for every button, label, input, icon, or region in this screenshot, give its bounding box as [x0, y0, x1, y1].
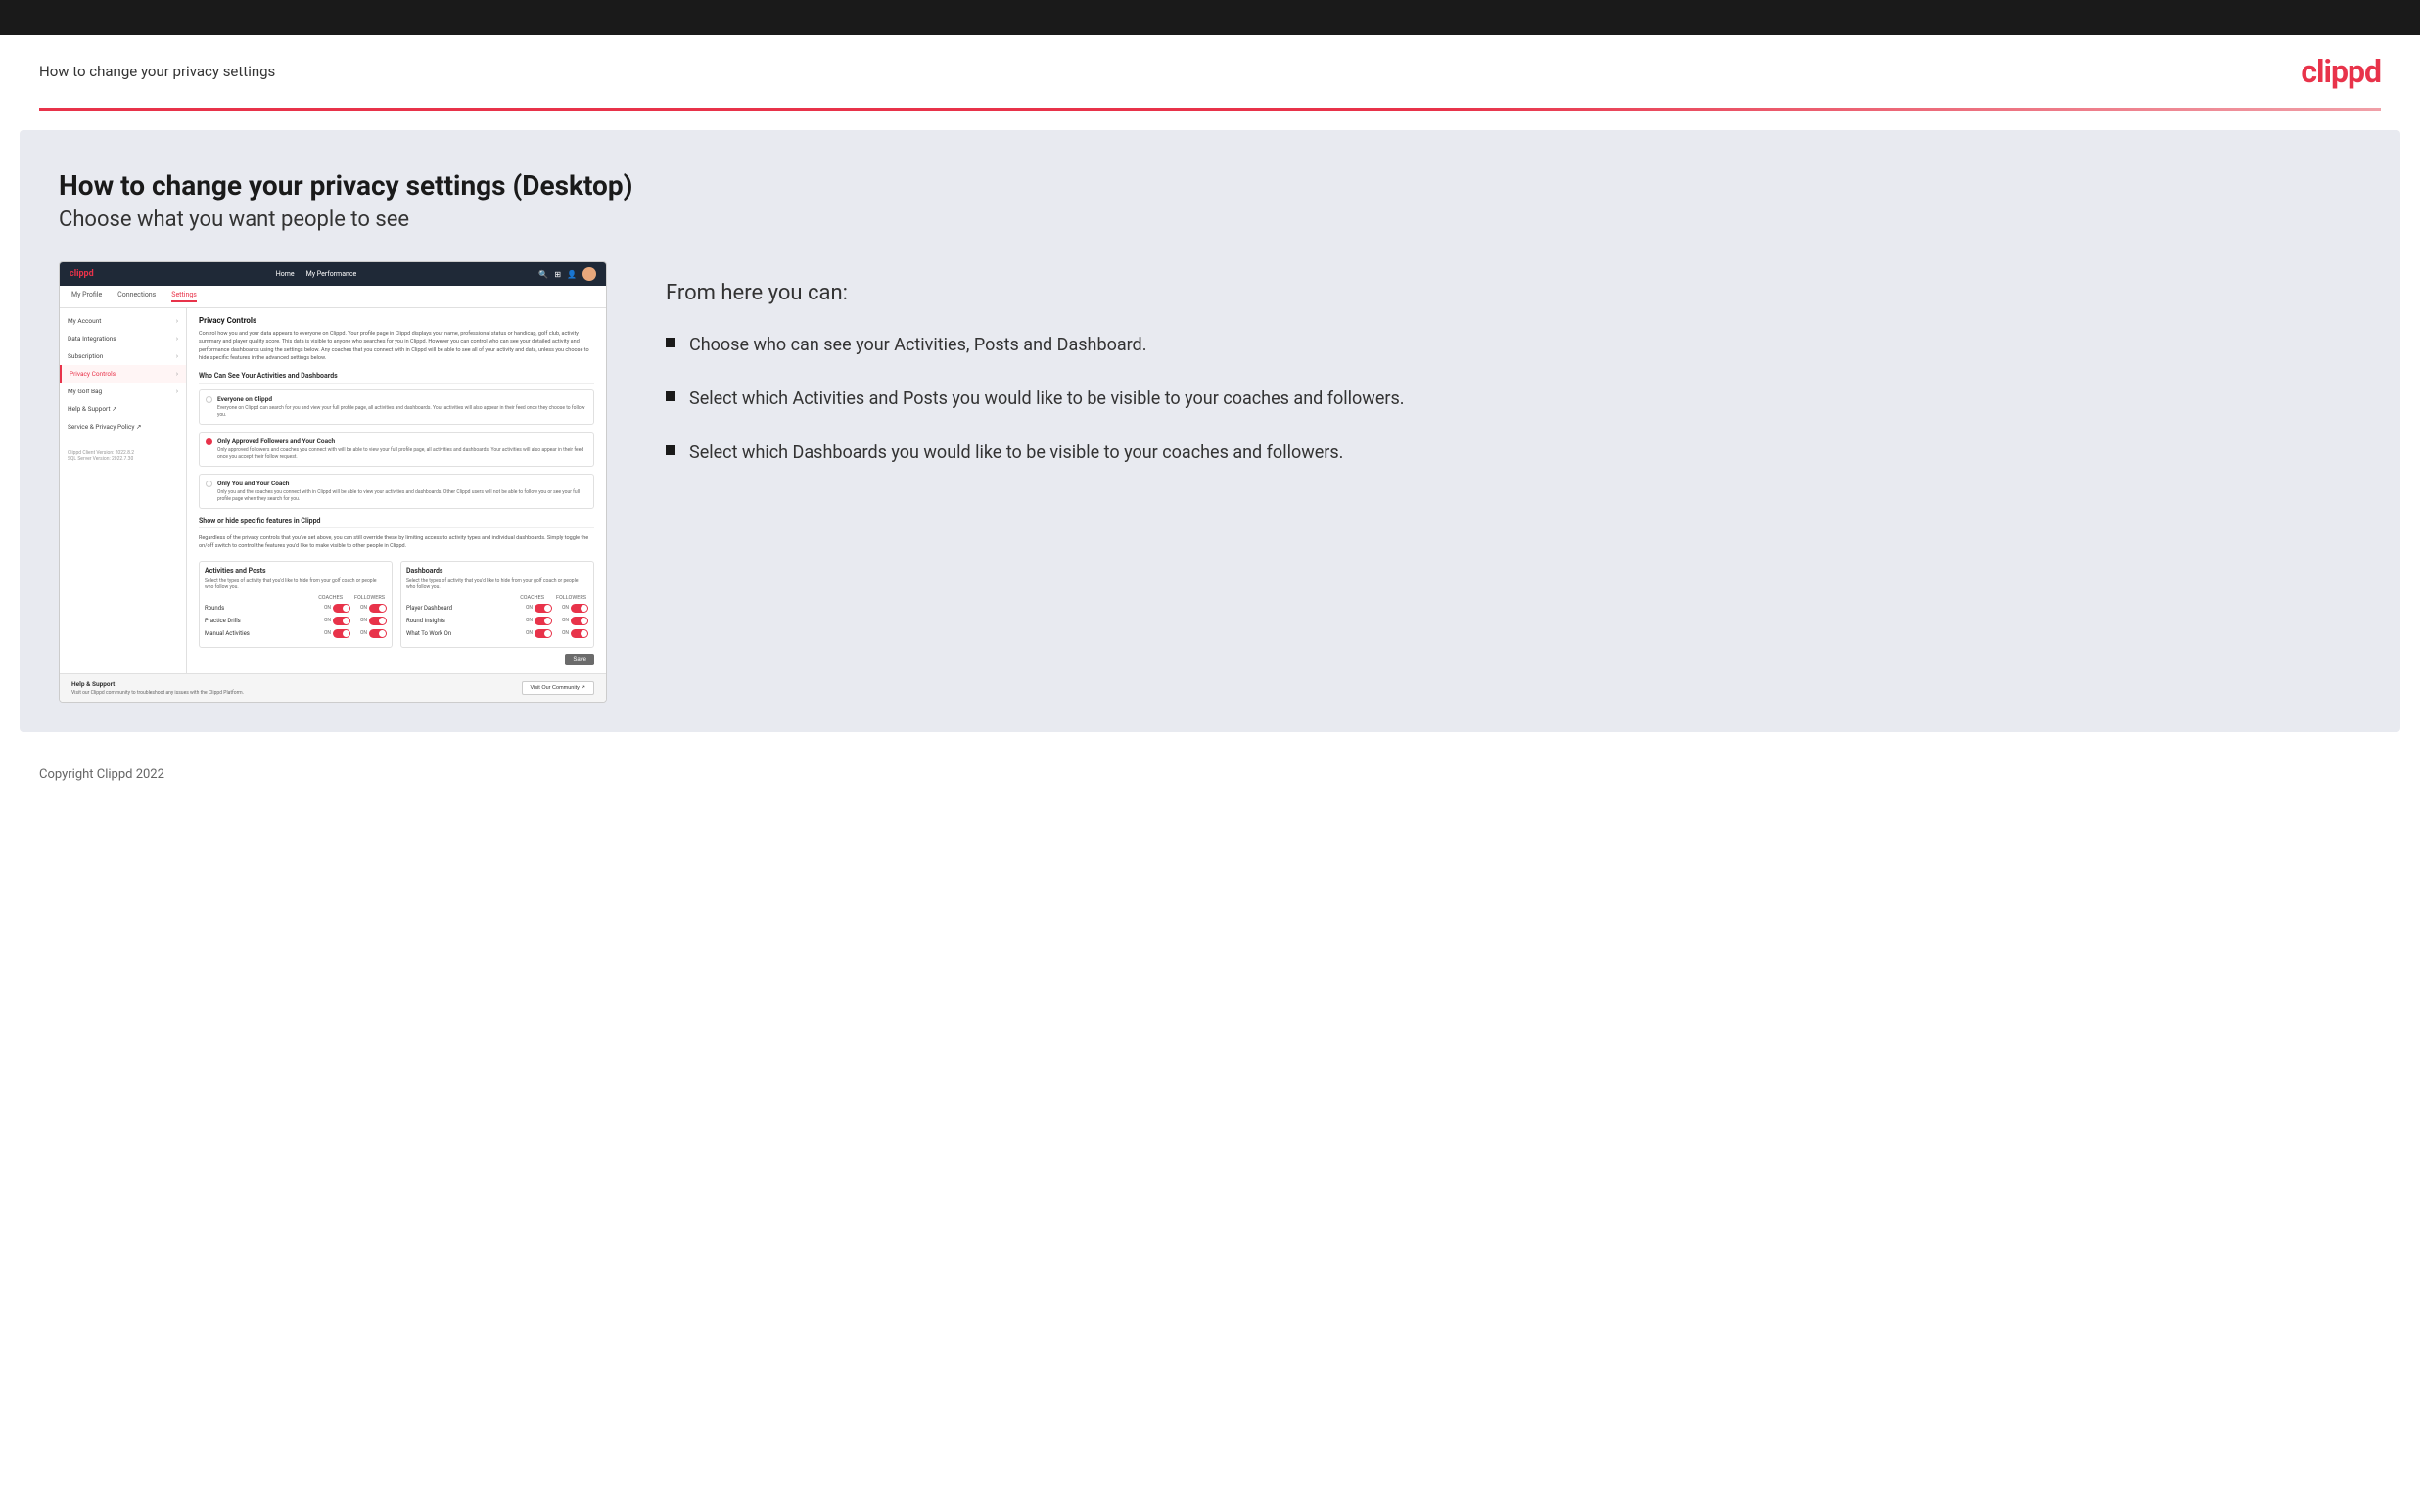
sc-sidebar-golfbag[interactable]: My Golf Bag › [60, 383, 186, 400]
sc-toggle-row-insights: Round Insights ON ON [406, 617, 588, 625]
chevron-icon: › [176, 317, 178, 325]
chevron-icon: › [176, 370, 178, 378]
sc-toggle-insights-followers[interactable] [571, 617, 588, 625]
sc-sidebar-help[interactable]: Help & Support ↗ [60, 400, 186, 418]
sc-radio-everyone[interactable]: Everyone on Clippd Everyone on Clippd ca… [199, 389, 594, 425]
list-item: Select which Activities and Posts you wo… [666, 387, 2361, 411]
from-here-label: From here you can: [666, 281, 2361, 305]
sc-toggle-insights-coaches[interactable] [535, 617, 552, 625]
sc-search-icon[interactable]: 🔍 [538, 270, 548, 279]
sc-save-button[interactable]: Save [565, 654, 594, 665]
footer: Copyright Clippd 2022 [0, 752, 2420, 798]
page-title: How to change your privacy settings (Des… [59, 169, 2361, 202]
content-row: clippd Home My Performance 🔍 ⊞ 👤 My Prof… [59, 261, 2361, 703]
sc-toggle-row-manual: Manual Activities ON ON [205, 629, 387, 638]
chevron-icon: › [176, 352, 178, 360]
sc-radio-dot-followers [206, 438, 212, 445]
sc-toggle-drills-coaches[interactable] [333, 617, 350, 625]
sc-privacy-title: Privacy Controls [199, 316, 594, 325]
bullet-text-3: Select which Dashboards you would like t… [689, 440, 1343, 465]
chevron-icon: › [176, 388, 178, 395]
sc-help-desc: Visit our Clippd community to troublesho… [71, 690, 244, 696]
sc-help-bar: Help & Support Visit our Clippd communit… [60, 673, 606, 702]
sc-toggle-workson-coaches[interactable] [535, 629, 552, 638]
sc-toggle-row-rounds: Rounds ON ON [205, 604, 387, 613]
sc-user-icon[interactable]: 👤 [567, 270, 577, 279]
sc-nav-links: Home My Performance [276, 270, 357, 278]
sc-nav-performance[interactable]: My Performance [306, 270, 357, 278]
sc-grid-icon[interactable]: ⊞ [554, 270, 561, 279]
bullet-list: Choose who can see your Activities, Post… [666, 333, 2361, 466]
sc-main-panel: Privacy Controls Control how you and you… [187, 308, 606, 673]
sc-toggle-drills-followers[interactable] [369, 617, 387, 625]
sc-dashboards-box: Dashboards Select the types of activity … [400, 561, 594, 648]
sc-toggle-rounds-coaches[interactable] [333, 604, 350, 613]
sc-sidebar-account[interactable]: My Account › [60, 312, 186, 330]
copyright-text: Copyright Clippd 2022 [39, 767, 164, 782]
sc-toggle-row-drills: Practice Drills ON ON [205, 617, 387, 625]
list-item: Select which Dashboards you would like t… [666, 440, 2361, 465]
main-content: How to change your privacy settings (Des… [20, 130, 2400, 732]
sc-sidebar: My Account › Data Integrations › Subscri… [60, 308, 187, 673]
sc-show-hide-title: Show or hide specific features in Clippd [199, 517, 594, 528]
sc-radio-followers[interactable]: Only Approved Followers and Your Coach O… [199, 432, 594, 467]
sc-sidebar-data[interactable]: Data Integrations › [60, 330, 186, 347]
sc-save-row: Save [199, 654, 594, 665]
page-subtitle: Choose what you want people to see [59, 207, 2361, 232]
right-panel: From here you can: Choose who can see yo… [666, 261, 2361, 495]
sc-toggle-player-followers[interactable] [571, 604, 588, 613]
header: How to change your privacy settings clip… [0, 35, 2420, 108]
sc-radio-dot-onlyyou [206, 481, 212, 487]
sc-tab-connections[interactable]: Connections [117, 291, 156, 302]
sc-tab-settings[interactable]: Settings [171, 291, 197, 302]
sc-sidebar-subscription[interactable]: Subscription › [60, 347, 186, 365]
bullet-text-2: Select which Activities and Posts you wo… [689, 387, 1405, 411]
sc-tab-profile[interactable]: My Profile [71, 291, 102, 302]
sc-toggle-manual-coaches[interactable] [333, 629, 350, 638]
sc-privacy-desc: Control how you and your data appears to… [199, 330, 594, 362]
sc-tabs: My Profile Connections Settings [60, 286, 606, 308]
sc-version: Clippd Client Version: 2022.8.2SQL Serve… [60, 445, 186, 467]
sc-navbar: clippd Home My Performance 🔍 ⊞ 👤 [60, 262, 606, 286]
logo: clippd [2301, 53, 2381, 90]
sc-sidebar-service[interactable]: Service & Privacy Policy ↗ [60, 418, 186, 435]
sc-nav-home[interactable]: Home [276, 270, 295, 278]
top-bar [0, 0, 2420, 35]
bullet-icon [666, 338, 675, 347]
sc-radio-group: Everyone on Clippd Everyone on Clippd ca… [199, 389, 594, 509]
sc-toggle-row-workson: What To Work On ON ON [406, 629, 588, 638]
sc-toggle-workson-followers[interactable] [571, 629, 588, 638]
sc-toggle-manual-followers[interactable] [369, 629, 387, 638]
sc-toggle-row-player: Player Dashboard ON ON [406, 604, 588, 613]
sc-radio-dot-everyone [206, 396, 212, 403]
sc-logo-icon: clippd [70, 269, 94, 279]
sc-who-can-see-title: Who Can See Your Activities and Dashboar… [199, 372, 594, 384]
header-divider [39, 108, 2381, 111]
sc-nav-icons: 🔍 ⊞ 👤 [538, 267, 596, 281]
screenshot-container: clippd Home My Performance 🔍 ⊞ 👤 My Prof… [59, 261, 607, 703]
sc-radio-only-you[interactable]: Only You and Your Coach Only you and the… [199, 474, 594, 509]
bullet-text-1: Choose who can see your Activities, Post… [689, 333, 1146, 357]
chevron-icon: › [176, 335, 178, 343]
sc-avatar[interactable] [582, 267, 596, 281]
sc-body: My Account › Data Integrations › Subscri… [60, 308, 606, 673]
bullet-icon [666, 391, 675, 401]
list-item: Choose who can see your Activities, Post… [666, 333, 2361, 357]
sc-visit-community-button[interactable]: Visit Our Community ↗ [522, 681, 594, 695]
sc-toggle-player-coaches[interactable] [535, 604, 552, 613]
sc-help-title: Help & Support [71, 680, 244, 688]
header-title: How to change your privacy settings [39, 63, 275, 80]
sc-sidebar-privacy[interactable]: Privacy Controls › [60, 365, 186, 383]
sc-show-hide-desc: Regardless of the privacy controls that … [199, 534, 594, 551]
sc-toggle-section: Activities and Posts Select the types of… [199, 561, 594, 648]
sc-activities-box: Activities and Posts Select the types of… [199, 561, 393, 648]
sc-toggle-rounds-followers[interactable] [369, 604, 387, 613]
bullet-icon [666, 445, 675, 455]
